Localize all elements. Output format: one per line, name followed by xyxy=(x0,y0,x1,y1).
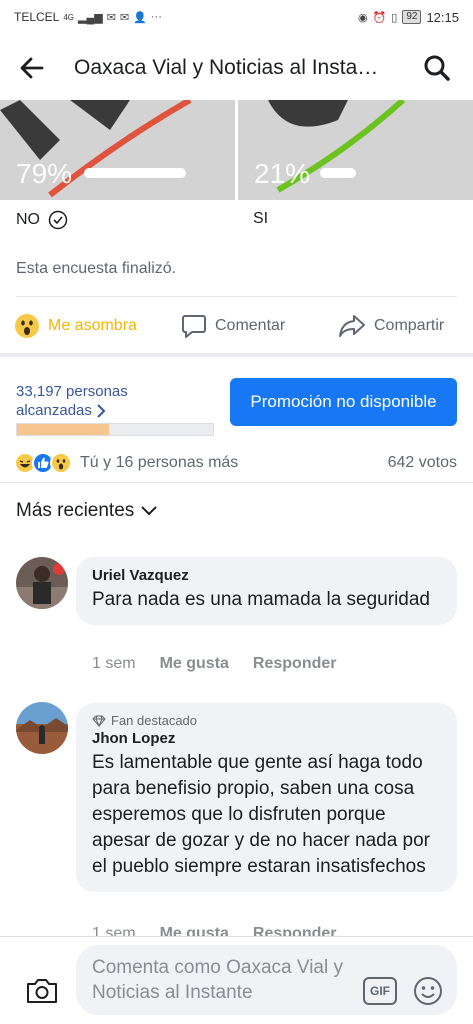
reactions-summary[interactable]: Tú y 16 personas más 642 votos xyxy=(14,450,457,476)
react-label: Me asombra xyxy=(48,317,137,334)
comment-composer: Comenta como Oaxaca Vial y Noticias al I… xyxy=(0,936,473,1024)
reach-label: alcanzadas xyxy=(16,402,92,419)
comment-text: Es lamentable que gente así haga todo pa… xyxy=(92,752,431,877)
comment-text: Para nada es una mamada la seguridad xyxy=(92,589,431,610)
reaction-emojis xyxy=(14,452,72,474)
poll-ended-text: Esta encuesta finalizó. xyxy=(16,260,177,277)
eye-icon: ◉ xyxy=(357,11,368,24)
comment-input[interactable]: Comenta como Oaxaca Vial y Noticias al I… xyxy=(76,945,457,1015)
avatar-image xyxy=(16,557,68,609)
camera-button[interactable] xyxy=(22,973,62,1009)
reactions-text: Tú y 16 personas más xyxy=(80,454,239,471)
poll: 79% 21% xyxy=(0,100,473,200)
chevron-right-icon xyxy=(97,403,106,418)
reach-progress-bar xyxy=(16,423,214,436)
section-divider xyxy=(0,353,473,357)
avatar[interactable] xyxy=(16,702,68,754)
search-button[interactable] xyxy=(419,50,455,86)
camera-icon xyxy=(27,979,57,1003)
network-label: 4G xyxy=(63,12,75,22)
mail-icon: ✉ xyxy=(106,11,116,24)
avatar-image xyxy=(16,702,68,754)
poll-result-bar-no xyxy=(84,168,186,178)
comment-icon xyxy=(182,315,206,338)
signal-icon: ▂▄▆ xyxy=(78,11,103,24)
poll-label-no[interactable]: NO xyxy=(16,210,68,230)
comment-sort-dropdown[interactable]: Más recientes xyxy=(16,500,158,522)
alarm-icon: ⏰ xyxy=(372,11,387,24)
reach-count: 33,197 personas xyxy=(16,383,128,400)
fan-badge-label: Fan destacado xyxy=(111,713,198,728)
wow-reaction-small-icon xyxy=(50,452,72,474)
comment-label: Comentar xyxy=(215,317,286,334)
action-bar: Me asombra Comentar Compartir xyxy=(0,300,473,352)
share-icon xyxy=(339,315,365,337)
header: Oaxaca Vial y Noticias al Instante xyxy=(0,34,473,102)
reach-progress-fill xyxy=(17,424,110,435)
promotion-button[interactable]: Promoción no disponible xyxy=(230,378,457,426)
votes-count: 642 votos xyxy=(387,454,457,471)
avatar[interactable] xyxy=(16,557,68,609)
person-add-icon: 👤 xyxy=(133,11,147,24)
poll-labels: NO SI xyxy=(0,206,473,236)
poll-percent-si: 21% xyxy=(254,158,311,189)
clock: 12:15 xyxy=(426,9,459,25)
more-notifications-icon: ··· xyxy=(150,11,162,23)
status-bar: TELCEL 4G ▂▄▆ ✉ ✉ 👤 ··· ◉ ⏰ ▯ 92 12:15 xyxy=(0,0,473,34)
wow-reaction-icon xyxy=(15,314,39,338)
battery-indicator: 92 xyxy=(402,10,422,24)
reach-link[interactable]: 33,197 personas alcanzadas xyxy=(16,382,128,420)
comment-author[interactable]: Uriel Vazquez xyxy=(92,567,441,584)
carrier-label: TELCEL xyxy=(14,10,60,24)
comment-author[interactable]: Jhon Lopez xyxy=(92,730,441,747)
comment-button[interactable]: Comentar xyxy=(181,313,285,339)
check-circle-icon xyxy=(48,210,68,230)
poll-percent-no: 79% xyxy=(16,158,73,189)
divider xyxy=(0,482,473,483)
vibrate-icon: ▯ xyxy=(391,11,398,24)
divider xyxy=(16,296,457,297)
like-comment-button[interactable]: Me gusta xyxy=(160,655,229,673)
react-button[interactable]: Me asombra xyxy=(14,313,137,339)
back-button[interactable] xyxy=(0,34,64,102)
poll-option-si[interactable]: 21% xyxy=(238,100,473,200)
chevron-down-icon xyxy=(141,506,157,516)
page-title: Oaxaca Vial y Noticias al Instante xyxy=(74,56,386,79)
mail-icon-2: ✉ xyxy=(119,11,130,24)
fan-badge: Fan destacado xyxy=(92,713,441,728)
gif-button[interactable]: GIF xyxy=(363,977,397,1005)
comment-meta: 1 sem Me gusta Responder xyxy=(92,655,337,673)
smiley-icon xyxy=(414,977,442,1005)
comment-time: 1 sem xyxy=(92,655,136,672)
poll-result-bar-si xyxy=(320,168,356,178)
sort-label: Más recientes xyxy=(16,500,135,521)
share-label: Compartir xyxy=(374,317,445,334)
poll-label-no-text: NO xyxy=(16,211,40,228)
poll-option-no[interactable]: 79% xyxy=(0,100,235,200)
comment-bubble[interactable]: Uriel Vazquez Para nada es una mamada la… xyxy=(76,557,457,625)
reply-comment-button[interactable]: Responder xyxy=(253,655,337,673)
arrow-left-icon xyxy=(20,57,44,79)
comment-bubble[interactable]: Fan destacado Jhon Lopez Es lamentable q… xyxy=(76,703,457,892)
poll-label-si[interactable]: SI xyxy=(253,210,268,228)
diamond-icon xyxy=(92,715,106,727)
search-icon xyxy=(424,55,450,81)
share-button[interactable]: Compartir xyxy=(338,313,444,339)
emoji-button[interactable] xyxy=(412,975,444,1007)
